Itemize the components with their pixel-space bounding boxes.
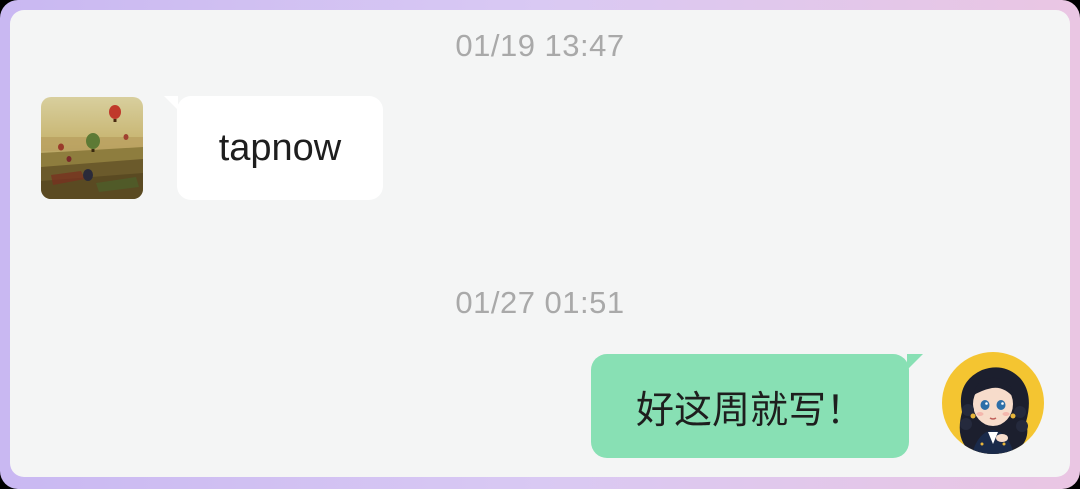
window-frame: 01/19 13:47 tapnow 01/27 01:51 好这周就写！ — [0, 0, 1080, 489]
contact-avatar[interactable] — [41, 97, 143, 199]
user-avatar[interactable] — [942, 352, 1044, 454]
outgoing-message-bubble[interactable]: 好这周就写！ — [591, 354, 923, 458]
chat-history[interactable]: 01/19 13:47 tapnow 01/27 01:51 好这周就写！ — [10, 10, 1070, 477]
hot-air-balloon-landscape-icon — [41, 97, 143, 199]
message-timestamp: 01/19 13:47 — [455, 28, 625, 63]
bubble-tail — [164, 96, 178, 110]
message-text: 好这周就写！ — [635, 387, 864, 432]
incoming-message-bubble[interactable]: tapnow — [164, 96, 383, 200]
message-text: tapnow — [218, 126, 342, 169]
bubble-tail — [907, 354, 923, 370]
message-timestamp: 01/27 01:51 — [455, 285, 625, 320]
cartoon-girl-icon — [942, 352, 1044, 454]
